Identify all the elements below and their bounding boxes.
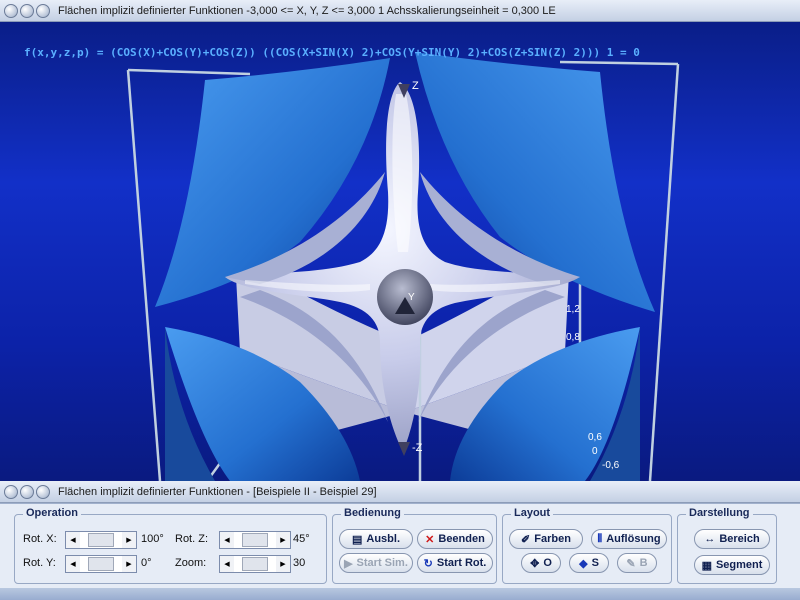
window-controls bbox=[4, 3, 50, 18]
status-bar bbox=[0, 588, 800, 600]
close-window-icon[interactable] bbox=[4, 3, 18, 18]
surface-render bbox=[126, 52, 680, 481]
darstellung-group: Darstellung ↔ Bereich ▦ Segment bbox=[677, 507, 777, 584]
top-window-titlebar[interactable]: Flächen implizit definierter Funktionen … bbox=[0, 0, 800, 22]
arrow-left-icon[interactable]: ◀ bbox=[66, 556, 80, 572]
axis-label-y: Y bbox=[408, 292, 415, 303]
group-title: Operation bbox=[23, 507, 81, 519]
close-window-icon[interactable] bbox=[4, 484, 18, 499]
beenden-button[interactable]: ✕ Beenden bbox=[417, 529, 493, 549]
group-title: Layout bbox=[511, 507, 554, 519]
play-icon: ▶ bbox=[344, 557, 353, 570]
axis-tick-label: 0,6 bbox=[588, 432, 602, 443]
farben-button[interactable]: ✐ Farben bbox=[509, 529, 583, 549]
axis-label-z: Z bbox=[412, 80, 419, 92]
group-title: Darstellung bbox=[686, 507, 753, 519]
minimize-window-icon[interactable] bbox=[20, 484, 34, 499]
slider-thumb[interactable] bbox=[242, 533, 268, 547]
start-sim-button[interactable]: ▶ Start Sim. bbox=[339, 553, 413, 573]
move-icon: ✥ bbox=[530, 557, 540, 570]
arrow-right-icon[interactable]: ▶ bbox=[276, 532, 290, 548]
function-formula: f(x,y,z,p) = (COS(X)+COS(Y)+COS(Z)) ((CO… bbox=[24, 46, 640, 59]
b-button[interactable]: ✎ B bbox=[617, 553, 657, 573]
rot-y-value: 0° bbox=[141, 557, 152, 569]
arrow-right-icon[interactable]: ▶ bbox=[122, 556, 136, 572]
axis-tick-label: 0 bbox=[592, 446, 598, 457]
slider-thumb[interactable] bbox=[88, 557, 114, 571]
style-icon: ◆ bbox=[579, 557, 588, 570]
o-button[interactable]: ✥ O bbox=[521, 553, 561, 573]
axis-tick-label: -0,6 bbox=[602, 460, 620, 471]
close-icon: ✕ bbox=[425, 533, 435, 546]
rot-y-label: Rot. Y: bbox=[23, 557, 56, 569]
group-title: Bedienung bbox=[341, 507, 404, 519]
resolution-icon: ⦀ bbox=[597, 532, 603, 545]
operation-group: Operation Rot. X: ◀ ▶ 100° Rot. Y: ◀ ▶ 0… bbox=[14, 507, 327, 584]
rot-x-slider[interactable]: ◀ ▶ bbox=[65, 531, 137, 549]
maximize-window-icon[interactable] bbox=[36, 484, 50, 499]
slider-thumb[interactable] bbox=[242, 557, 268, 571]
zoom-value: 30 bbox=[293, 557, 306, 569]
arrow-left-icon[interactable]: ◀ bbox=[220, 532, 234, 548]
grid-icon: ▦ bbox=[701, 559, 712, 572]
rot-y-slider[interactable]: ◀ ▶ bbox=[65, 555, 137, 573]
neg-z-axis-tip bbox=[398, 442, 410, 456]
window-title: Flächen implizit definierter Funktionen … bbox=[58, 4, 556, 17]
arrow-right-icon[interactable]: ▶ bbox=[122, 532, 136, 548]
zoom-slider[interactable]: ◀ ▶ bbox=[219, 555, 291, 573]
window-controls bbox=[4, 484, 50, 499]
hide-icon: ▤ bbox=[351, 533, 363, 546]
paint-icon: ✐ bbox=[521, 533, 531, 546]
bedienung-group: Bedienung ▤ Ausbl. ✕ Beenden ▶ Start Sim… bbox=[332, 507, 497, 584]
axis-label-neg-z: -Z bbox=[412, 442, 423, 454]
light-icon: ✎ bbox=[626, 557, 636, 570]
axis-tick-label: 0,8 bbox=[566, 332, 580, 343]
arrow-right-icon[interactable]: ▶ bbox=[276, 556, 290, 572]
slider-thumb[interactable] bbox=[88, 533, 114, 547]
layout-group: Layout ✐ Farben ⦀ Auflösung ✥ O ◆ S ✎ B bbox=[502, 507, 672, 584]
rot-z-label: Rot. Z: bbox=[175, 533, 209, 545]
control-window-titlebar[interactable]: Flächen implizit definierter Funktionen … bbox=[0, 481, 800, 503]
s-button[interactable]: ◆ S bbox=[569, 553, 609, 573]
bereich-button[interactable]: ↔ Bereich bbox=[694, 529, 770, 549]
zoom-label: Zoom: bbox=[175, 557, 207, 569]
axis-tick-label: 1,2 bbox=[566, 304, 580, 315]
segment-button[interactable]: ▦ Segment bbox=[694, 555, 770, 575]
start-rot-button[interactable]: ↻ Start Rot. bbox=[417, 553, 493, 573]
aufloesung-button[interactable]: ⦀ Auflösung bbox=[591, 529, 667, 549]
arrow-left-icon[interactable]: ◀ bbox=[220, 556, 234, 572]
rot-x-label: Rot. X: bbox=[23, 533, 57, 545]
maximize-window-icon[interactable] bbox=[36, 3, 50, 18]
rotate-icon: ↻ bbox=[423, 557, 433, 570]
minimize-window-icon[interactable] bbox=[20, 3, 34, 18]
rot-z-value: 45° bbox=[293, 533, 310, 545]
rot-x-value: 100° bbox=[141, 533, 164, 545]
plot-viewport[interactable]: f(x,y,z,p) = (COS(X)+COS(Y)+COS(Z)) ((CO… bbox=[0, 22, 800, 481]
rot-z-slider[interactable]: ◀ ▶ bbox=[219, 531, 291, 549]
ausbl-button[interactable]: ▤ Ausbl. bbox=[339, 529, 413, 549]
control-panel: Operation Rot. X: ◀ ▶ 100° Rot. Y: ◀ ▶ 0… bbox=[0, 503, 800, 600]
range-icon: ↔ bbox=[704, 533, 716, 545]
arrow-left-icon[interactable]: ◀ bbox=[66, 532, 80, 548]
window-title: Flächen implizit definierter Funktionen … bbox=[58, 485, 377, 498]
